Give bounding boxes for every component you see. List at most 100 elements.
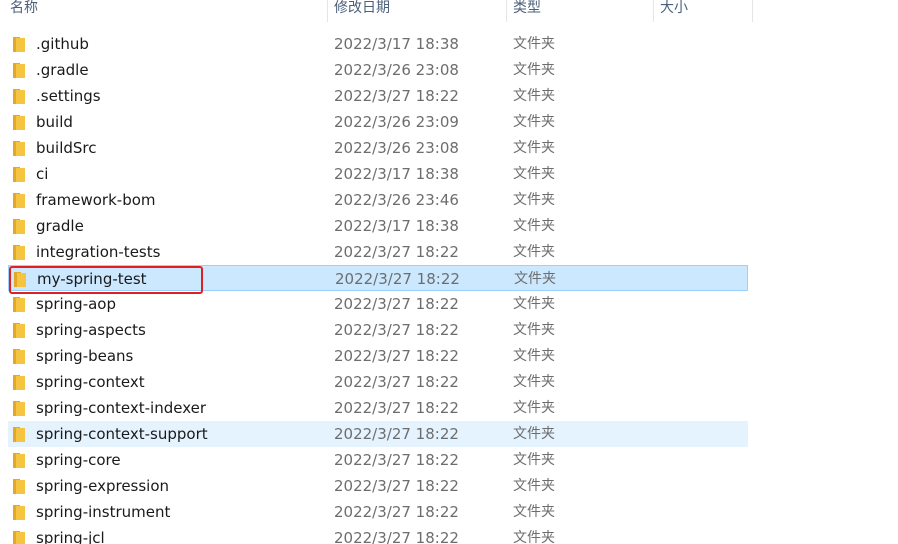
file-row[interactable]: spring-expression 2022/3/27 18:22 文件夹 bbox=[8, 473, 748, 499]
file-type: 文件夹 bbox=[513, 114, 555, 130]
file-row[interactable]: spring-aspects 2022/3/27 18:22 文件夹 bbox=[8, 317, 748, 343]
file-explorer: 名称 修改日期 类型 大小 .github 2022/3/17 18:38 文件夹.… bbox=[0, 0, 898, 544]
file-name: build bbox=[36, 113, 73, 131]
file-type: 文件夹 bbox=[514, 271, 556, 287]
file-type: 文件夹 bbox=[513, 88, 555, 104]
file-modified-date: 2022/3/27 18:22 bbox=[334, 347, 459, 365]
file-modified-date: 2022/3/27 18:22 bbox=[334, 399, 459, 417]
file-name: buildSrc bbox=[36, 139, 97, 157]
file-row[interactable]: .settings 2022/3/27 18:22 文件夹 bbox=[8, 83, 748, 109]
file-name: spring-context-support bbox=[36, 425, 208, 443]
folder-icon bbox=[13, 479, 25, 494]
file-row[interactable]: integration-tests 2022/3/27 18:22 文件夹 bbox=[8, 239, 748, 265]
folder-icon bbox=[13, 349, 25, 364]
file-name: spring-beans bbox=[36, 347, 134, 365]
file-name: .gradle bbox=[36, 61, 89, 79]
file-row[interactable]: build 2022/3/26 23:09 文件夹 bbox=[8, 109, 748, 135]
file-name: spring-expression bbox=[36, 477, 170, 495]
file-type: 文件夹 bbox=[513, 62, 555, 78]
file-name: spring-core bbox=[36, 451, 121, 469]
folder-icon bbox=[13, 63, 25, 78]
file-type: 文件夹 bbox=[513, 452, 555, 468]
column-date-header[interactable]: 修改日期 bbox=[328, 0, 507, 22]
file-modified-date: 2022/3/27 18:22 bbox=[335, 270, 460, 288]
file-type: 文件夹 bbox=[513, 140, 555, 156]
column-header: 名称 修改日期 类型 大小 bbox=[0, 0, 898, 22]
folder-icon bbox=[13, 531, 25, 544]
file-type: 文件夹 bbox=[513, 166, 555, 182]
file-modified-date: 2022/3/26 23:09 bbox=[334, 113, 459, 131]
file-row[interactable]: gradle 2022/3/17 18:38 文件夹 bbox=[8, 213, 748, 239]
annotation-highlight-box bbox=[9, 266, 203, 294]
folder-icon bbox=[13, 193, 25, 208]
folder-icon bbox=[13, 453, 25, 468]
folder-icon bbox=[13, 427, 25, 442]
file-row[interactable]: spring-jcl 2022/3/27 18:22 文件夹 bbox=[8, 525, 748, 544]
file-modified-date: 2022/3/17 18:38 bbox=[334, 35, 459, 53]
folder-icon bbox=[13, 297, 25, 312]
file-name: integration-tests bbox=[36, 243, 161, 261]
file-row[interactable]: spring-context-indexer 2022/3/27 18:22 文件夹 bbox=[8, 395, 748, 421]
file-name: ci bbox=[36, 165, 49, 183]
file-modified-date: 2022/3/27 18:22 bbox=[334, 87, 459, 105]
column-size-header[interactable]: 大小 bbox=[654, 0, 753, 22]
file-modified-date: 2022/3/27 18:22 bbox=[334, 243, 459, 261]
file-row[interactable]: .gradle 2022/3/26 23:08 文件夹 bbox=[8, 57, 748, 83]
file-type: 文件夹 bbox=[513, 426, 555, 442]
file-row[interactable]: spring-context 2022/3/27 18:22 文件夹 bbox=[8, 369, 748, 395]
column-type-header[interactable]: 类型 bbox=[507, 0, 654, 22]
file-name: spring-context bbox=[36, 373, 145, 391]
file-modified-date: 2022/3/27 18:22 bbox=[334, 425, 459, 443]
folder-icon bbox=[13, 245, 25, 260]
file-modified-date: 2022/3/27 18:22 bbox=[334, 373, 459, 391]
file-type: 文件夹 bbox=[513, 374, 555, 390]
folder-icon bbox=[13, 167, 25, 182]
file-modified-date: 2022/3/27 18:22 bbox=[334, 477, 459, 495]
file-modified-date: 2022/3/17 18:38 bbox=[334, 217, 459, 235]
file-name: spring-aop bbox=[36, 295, 117, 313]
file-modified-date: 2022/3/26 23:46 bbox=[334, 191, 459, 209]
folder-icon bbox=[13, 505, 25, 520]
file-type: 文件夹 bbox=[513, 296, 555, 312]
file-row[interactable]: ci 2022/3/17 18:38 文件夹 bbox=[8, 161, 748, 187]
file-row[interactable]: .github 2022/3/17 18:38 文件夹 bbox=[8, 31, 748, 57]
file-modified-date: 2022/3/27 18:22 bbox=[334, 529, 459, 544]
folder-icon bbox=[13, 401, 25, 416]
file-type: 文件夹 bbox=[513, 192, 555, 208]
file-row[interactable]: buildSrc 2022/3/26 23:08 文件夹 bbox=[8, 135, 748, 161]
file-name: spring-aspects bbox=[36, 321, 146, 339]
column-name-header[interactable]: 名称 bbox=[4, 0, 328, 22]
file-type: 文件夹 bbox=[513, 36, 555, 52]
file-modified-date: 2022/3/17 18:38 bbox=[334, 165, 459, 183]
file-type: 文件夹 bbox=[513, 400, 555, 416]
file-modified-date: 2022/3/27 18:22 bbox=[334, 321, 459, 339]
file-modified-date: 2022/3/26 23:08 bbox=[334, 139, 459, 157]
file-modified-date: 2022/3/27 18:22 bbox=[334, 503, 459, 521]
file-name: spring-instrument bbox=[36, 503, 171, 521]
file-name: spring-context-indexer bbox=[36, 399, 207, 417]
file-row[interactable]: framework-bom 2022/3/26 23:46 文件夹 bbox=[8, 187, 748, 213]
file-type: 文件夹 bbox=[513, 478, 555, 494]
file-type: 文件夹 bbox=[513, 348, 555, 364]
file-name: .settings bbox=[36, 87, 101, 105]
file-row[interactable]: spring-instrument 2022/3/27 18:22 文件夹 bbox=[8, 499, 748, 525]
file-name: gradle bbox=[36, 217, 84, 235]
file-row[interactable]: spring-aop 2022/3/27 18:22 文件夹 bbox=[8, 291, 748, 317]
file-name: .github bbox=[36, 35, 89, 53]
file-row[interactable]: spring-beans 2022/3/27 18:22 文件夹 bbox=[8, 343, 748, 369]
file-type: 文件夹 bbox=[513, 322, 555, 338]
file-modified-date: 2022/3/26 23:08 bbox=[334, 61, 459, 79]
file-modified-date: 2022/3/27 18:22 bbox=[334, 451, 459, 469]
file-modified-date: 2022/3/27 18:22 bbox=[334, 295, 459, 313]
file-row[interactable]: spring-core 2022/3/27 18:22 文件夹 bbox=[8, 447, 748, 473]
folder-icon bbox=[13, 375, 25, 390]
folder-icon bbox=[13, 323, 25, 338]
folder-icon bbox=[13, 89, 25, 104]
file-type: 文件夹 bbox=[513, 218, 555, 234]
file-row[interactable]: spring-context-support 2022/3/27 18:22 文件夹 bbox=[8, 421, 748, 447]
file-type: 文件夹 bbox=[513, 244, 555, 260]
file-name: spring-jcl bbox=[36, 529, 105, 544]
folder-icon bbox=[13, 37, 25, 52]
folder-icon bbox=[13, 115, 25, 130]
file-name: framework-bom bbox=[36, 191, 156, 209]
